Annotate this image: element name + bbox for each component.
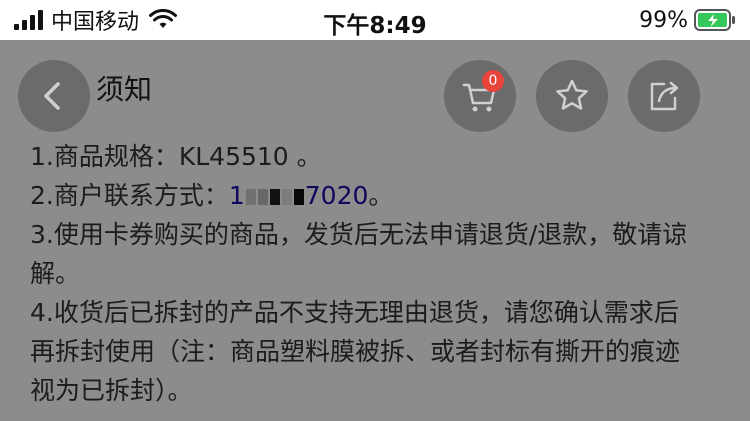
status-right: 99%: [639, 6, 736, 34]
battery-percent: 99%: [639, 7, 688, 33]
status-time: 下午8:49: [323, 13, 427, 39]
status-bar: 中国移动 下午8:49 99%: [0, 0, 750, 40]
chevron-left-icon: [44, 82, 60, 110]
star-icon: [556, 79, 588, 110]
cart-button[interactable]: 0: [444, 60, 516, 132]
favorite-button[interactable]: [536, 60, 608, 132]
share-icon: [650, 81, 679, 111]
share-button[interactable]: [628, 60, 700, 132]
cart-count-badge: 0: [482, 70, 504, 92]
battery-charging-icon: [694, 9, 735, 31]
back-button[interactable]: [18, 60, 90, 132]
